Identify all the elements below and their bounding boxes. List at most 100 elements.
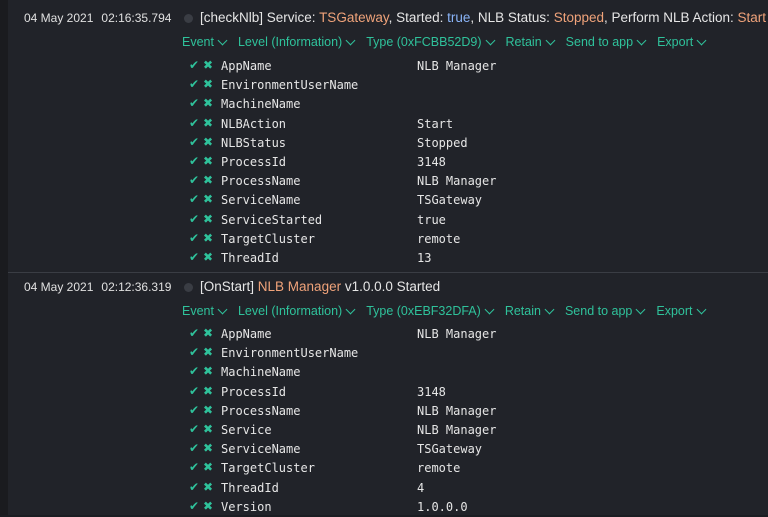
send-to-app-menu[interactable]: Send to app xyxy=(565,304,646,318)
event-time: 02:16:35.794 xyxy=(101,11,172,25)
property-name: MachineName xyxy=(221,365,301,380)
event-menu[interactable]: Event xyxy=(182,35,228,49)
property-name: ServiceStarted xyxy=(221,212,323,227)
property-name: TargetCluster xyxy=(221,231,315,246)
action-label: Export xyxy=(656,304,693,318)
chevron-down-icon xyxy=(217,304,228,314)
include-check-icon[interactable]: ✔ xyxy=(189,422,199,436)
include-check-icon[interactable]: ✔ xyxy=(189,96,199,110)
exclude-x-icon[interactable]: ✖ xyxy=(203,173,213,187)
property-value: true xyxy=(417,212,446,227)
chevron-down-icon xyxy=(485,35,495,45)
send-to-app-menu[interactable]: Send to app xyxy=(566,35,647,49)
include-check-icon[interactable]: ✔ xyxy=(189,192,199,206)
property-value: Start xyxy=(417,116,454,131)
property-name: NLBStatus xyxy=(221,135,287,150)
event-actions: Event Level (Information) Type (0xFCBB52… xyxy=(182,35,717,49)
include-check-icon[interactable]: ✔ xyxy=(189,460,199,474)
include-check-icon[interactable]: ✔ xyxy=(189,250,199,264)
property-name: NLBAction xyxy=(221,116,287,131)
chevron-down-icon xyxy=(696,304,706,314)
event-row[interactable]: 04 May 2021 02:12:36.319 [OnStart] NLB Ma… xyxy=(8,273,768,515)
retain-menu[interactable]: Retain xyxy=(504,304,555,318)
include-check-icon[interactable]: ✔ xyxy=(189,58,199,72)
include-check-icon[interactable]: ✔ xyxy=(189,499,199,513)
exclude-x-icon[interactable]: ✖ xyxy=(203,422,213,436)
exclude-x-icon[interactable]: ✖ xyxy=(203,364,213,378)
include-check-icon[interactable]: ✔ xyxy=(189,173,199,187)
exclude-x-icon[interactable]: ✖ xyxy=(203,460,213,474)
event-time: 02:12:36.319 xyxy=(101,280,172,294)
chevron-down-icon xyxy=(484,304,495,314)
include-check-icon[interactable]: ✔ xyxy=(189,345,199,359)
action-label: Export xyxy=(657,35,694,49)
event-message: [OnStart] NLB Manager v1.0.0.0 Started xyxy=(200,279,440,294)
level-menu[interactable]: Level (Information) xyxy=(238,304,356,318)
exclude-x-icon[interactable]: ✖ xyxy=(203,77,213,91)
exclude-x-icon[interactable]: ✖ xyxy=(203,58,213,72)
include-check-icon[interactable]: ✔ xyxy=(189,480,199,494)
type-menu[interactable]: Type (0xEBF32DFA) xyxy=(366,304,495,318)
property-name: ServiceName xyxy=(221,442,301,457)
property-value: 3148 xyxy=(417,154,446,169)
exclude-x-icon[interactable]: ✖ xyxy=(203,135,213,149)
exclude-x-icon[interactable]: ✖ xyxy=(203,154,213,168)
include-check-icon[interactable]: ✔ xyxy=(189,441,199,455)
include-check-icon[interactable]: ✔ xyxy=(189,212,199,226)
event-date: 04 May 2021 xyxy=(24,280,94,294)
exclude-x-icon[interactable]: ✖ xyxy=(203,250,213,264)
exclude-x-icon[interactable]: ✖ xyxy=(203,384,213,398)
chevron-down-icon xyxy=(545,35,556,45)
exclude-x-icon[interactable]: ✖ xyxy=(203,480,213,494)
include-check-icon[interactable]: ✔ xyxy=(189,77,199,91)
level-menu[interactable]: Level (Information) xyxy=(238,35,356,49)
exclude-x-icon[interactable]: ✖ xyxy=(203,403,213,417)
exclude-x-icon[interactable]: ✖ xyxy=(203,116,213,130)
event-menu[interactable]: Event xyxy=(182,304,228,318)
property-value: NLB Manager xyxy=(417,403,497,418)
exclude-x-icon[interactable]: ✖ xyxy=(203,441,213,455)
include-check-icon[interactable]: ✔ xyxy=(189,154,199,168)
action-label: Type (0xEBF32DFA) xyxy=(366,304,481,318)
action-label: Retain xyxy=(504,304,541,318)
include-check-icon[interactable]: ✔ xyxy=(189,326,199,340)
message-part: , Perform NLB Action: xyxy=(603,10,738,25)
message-part: [OnStart] xyxy=(200,279,258,294)
include-check-icon[interactable]: ✔ xyxy=(189,135,199,149)
exclude-x-icon[interactable]: ✖ xyxy=(203,96,213,110)
property-name: ProcessName xyxy=(221,403,301,418)
message-highlight[interactable]: TSGateway xyxy=(319,10,389,25)
action-label: Type (0xFCBB52D9) xyxy=(366,35,482,49)
include-check-icon[interactable]: ✔ xyxy=(189,116,199,130)
message-highlight[interactable]: Stopped xyxy=(554,10,604,25)
event-row[interactable]: 04 May 2021 02:16:35.794 [checkNlb] Servi… xyxy=(8,0,768,273)
export-menu[interactable]: Export xyxy=(656,304,706,318)
exclude-x-icon[interactable]: ✖ xyxy=(203,192,213,206)
exclude-x-icon[interactable]: ✖ xyxy=(203,499,213,513)
event-level-dot-icon xyxy=(184,283,193,292)
message-part: [checkNlb] Service: xyxy=(200,10,320,25)
include-check-icon[interactable]: ✔ xyxy=(189,384,199,398)
event-timestamp: 04 May 2021 02:16:35.794 xyxy=(24,11,171,25)
event-date: 04 May 2021 xyxy=(24,11,94,25)
include-check-icon[interactable]: ✔ xyxy=(189,364,199,378)
chevron-down-icon xyxy=(345,304,356,314)
include-check-icon[interactable]: ✔ xyxy=(189,403,199,417)
include-check-icon[interactable]: ✔ xyxy=(189,231,199,245)
chevron-down-icon xyxy=(217,35,228,45)
message-highlight[interactable]: Start xyxy=(738,10,767,25)
exclude-x-icon[interactable]: ✖ xyxy=(203,326,213,340)
property-value: Stopped xyxy=(417,135,468,150)
message-highlight[interactable]: true xyxy=(447,10,470,25)
exclude-x-icon[interactable]: ✖ xyxy=(203,345,213,359)
property-name: ProcessId xyxy=(221,154,287,169)
retain-menu[interactable]: Retain xyxy=(506,35,556,49)
property-name: ThreadId xyxy=(221,480,279,495)
type-menu[interactable]: Type (0xFCBB52D9) xyxy=(366,35,495,49)
message-highlight[interactable]: NLB Manager xyxy=(258,279,341,294)
property-value: 3148 xyxy=(417,384,446,399)
export-menu[interactable]: Export xyxy=(657,35,707,49)
exclude-x-icon[interactable]: ✖ xyxy=(203,212,213,226)
exclude-x-icon[interactable]: ✖ xyxy=(203,231,213,245)
message-part: , NLB Status: xyxy=(470,10,554,25)
